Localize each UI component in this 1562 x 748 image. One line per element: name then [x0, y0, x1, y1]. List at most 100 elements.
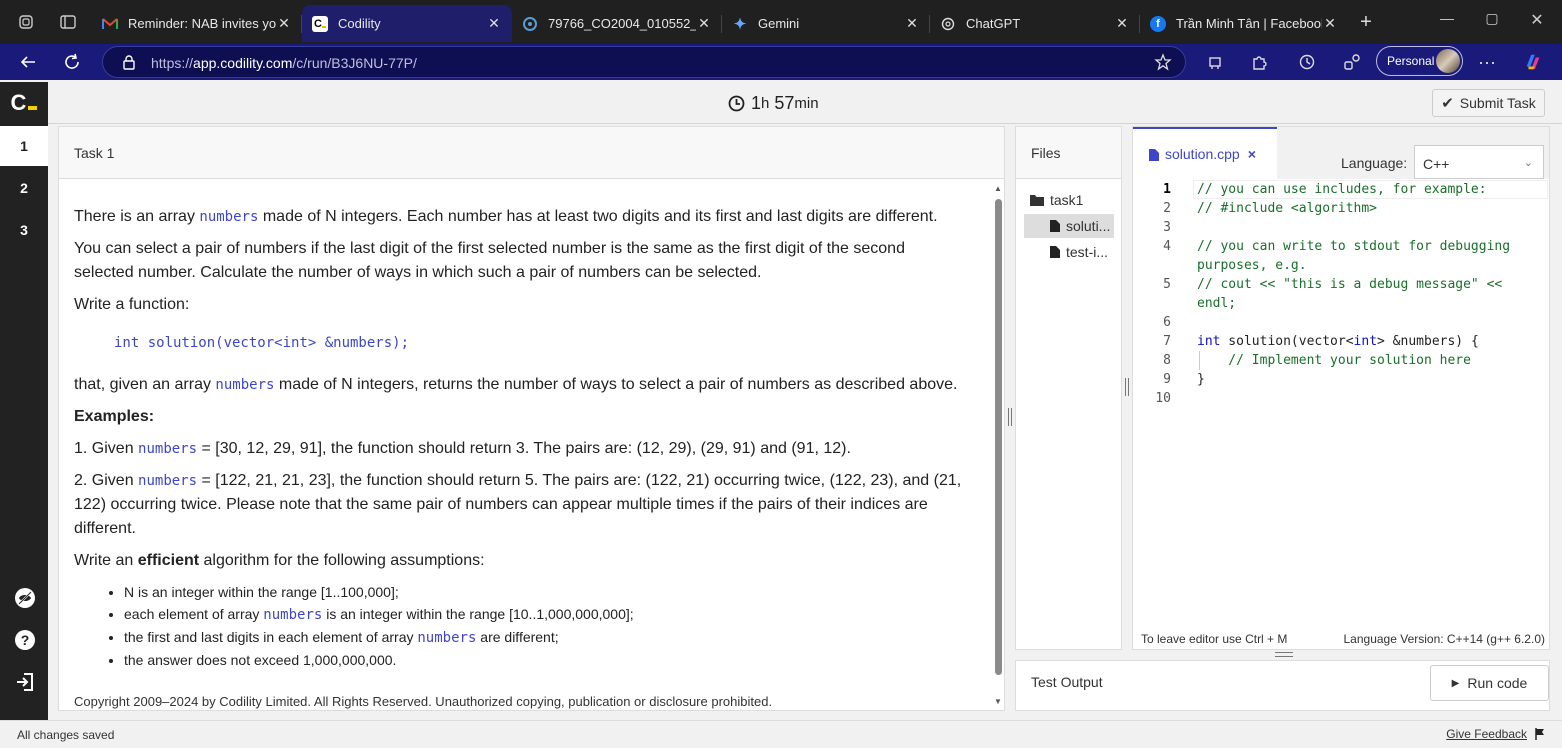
history-icon[interactable] — [1297, 52, 1317, 72]
paragraph: There is an array numbers made of N inte… — [74, 208, 938, 225]
list-item: each element of array numbers is an inte… — [124, 603, 964, 626]
back-icon[interactable] — [18, 52, 38, 72]
close-tab-icon[interactable]: ✕ — [276, 15, 292, 32]
paragraph: Write a function: — [74, 296, 190, 313]
save-status: All changes saved — [17, 728, 115, 742]
close-tab-icon[interactable]: ✕ — [1114, 15, 1130, 32]
browser-tab-gmail[interactable]: Reminder: NAB invites you t ✕ — [92, 5, 302, 42]
browser-tab-codility[interactable]: C Codility ✕ — [302, 5, 512, 42]
profile-button[interactable]: Personal — [1376, 46, 1463, 76]
editor-file-tab[interactable]: solution.cpp × — [1133, 127, 1277, 179]
chevron-down-icon: ⌄ — [1523, 157, 1533, 169]
scrollbar-thumb[interactable] — [995, 199, 1002, 675]
moodle-icon — [522, 16, 538, 32]
clock-icon — [728, 95, 745, 112]
close-window-icon[interactable]: ✕ — [1522, 10, 1552, 32]
code-area[interactable]: 1// you can use includes, for example: 2… — [1133, 180, 1549, 620]
task-nav-3[interactable]: 3 — [0, 210, 48, 250]
task-title: Task 1 — [74, 145, 115, 161]
close-tab-icon[interactable]: ✕ — [904, 15, 920, 32]
submit-label: Submit Task — [1459, 95, 1536, 111]
favorite-star-icon[interactable] — [1153, 52, 1173, 72]
task-description-panel: Task 1 There is an array numbers made of… — [58, 126, 1005, 711]
file-test-input[interactable]: test-i... — [1050, 240, 1108, 264]
help-icon[interactable]: ? — [14, 629, 36, 651]
language-value: C++ — [1423, 156, 1450, 172]
output-resize-handle[interactable] — [1275, 652, 1293, 657]
exit-icon[interactable] — [14, 671, 36, 693]
file-icon — [1149, 149, 1159, 161]
example-1: 1. Given numbers = [30, 12, 29, 91], the… — [74, 440, 851, 457]
panel-resize-handle[interactable] — [1008, 408, 1012, 426]
paragraph: You can select a pair of numbers if the … — [74, 240, 905, 281]
extensions-puzzle-icon[interactable] — [1249, 52, 1269, 72]
task-header: Task 1 — [59, 127, 1004, 179]
submit-task-button[interactable]: ✔ Submit Task — [1432, 89, 1545, 117]
countdown-timer: 1h 57 min — [728, 93, 819, 114]
tab-title: Codility — [338, 16, 381, 31]
browser-toolbar: https://app.codility.com/c/run/B3J6NU-77… — [0, 44, 1562, 80]
list-item: N is an integer within the range [1..100… — [124, 581, 964, 603]
close-tab-icon[interactable]: ✕ — [486, 15, 502, 32]
close-tab-icon[interactable]: ✕ — [696, 15, 712, 32]
task-body: There is an array numbers made of N inte… — [74, 205, 964, 671]
svg-text:?: ? — [21, 632, 30, 648]
run-code-label: Run code — [1467, 675, 1528, 691]
tab-title: 79766_CO2004_010552_DT: — [548, 16, 696, 31]
files-panel: Files task1 soluti... test-i... — [1015, 126, 1122, 650]
timer-hours: 1 — [751, 93, 762, 113]
folder-task1[interactable]: task1 — [1030, 188, 1083, 212]
paragraph: Write an efficient algorithm for the fol… — [74, 552, 485, 569]
profile-label: Personal — [1387, 54, 1435, 68]
browser-tab-gemini[interactable]: ✦ Gemini ✕ — [722, 5, 930, 42]
copilot-icon[interactable] — [1523, 52, 1543, 72]
files-header: Files — [1016, 127, 1121, 179]
collections-icon[interactable] — [1342, 52, 1362, 72]
task-nav-1[interactable]: 1 — [0, 126, 48, 166]
timer-minutes-unit: min — [794, 95, 819, 112]
editor-footer: To leave editor use Ctrl + M Language Ve… — [1133, 627, 1549, 649]
give-feedback-link[interactable]: Give Feedback — [1446, 727, 1545, 741]
run-code-button[interactable]: ▶ Run code — [1430, 665, 1549, 701]
lock-icon[interactable] — [119, 52, 139, 72]
new-tab-icon[interactable]: + — [1356, 11, 1376, 33]
editor-header: solution.cpp × Language: C++ ⌄ — [1133, 127, 1549, 179]
reload-icon[interactable] — [62, 52, 82, 72]
list-item: the answer does not exceed 1,000,000,000… — [124, 649, 964, 671]
url-text: https://app.codility.com/c/run/B3J6NU-77… — [151, 55, 417, 71]
code-editor-panel: solution.cpp × Language: C++ ⌄ 1// you c… — [1132, 126, 1550, 650]
extension-icon[interactable] — [1205, 52, 1225, 72]
browser-tab-course[interactable]: 79766_CO2004_010552_DT: ✕ — [512, 5, 722, 42]
close-file-icon[interactable]: × — [1248, 146, 1256, 162]
tab-actions-icon[interactable] — [58, 12, 78, 32]
workspaces-icon[interactable] — [16, 12, 36, 32]
task-navigation-rail: C 1 2 3 ? — [0, 82, 48, 720]
task-nav-2[interactable]: 2 — [0, 168, 48, 208]
more-menu-icon[interactable]: ··· — [1477, 52, 1497, 72]
file-solution[interactable]: soluti... — [1024, 214, 1114, 238]
timer-hours-unit: h — [761, 95, 770, 112]
hide-timer-icon[interactable] — [14, 587, 36, 609]
test-output-panel: Test Output ▶ Run code — [1015, 660, 1550, 711]
file-icon — [1050, 220, 1060, 232]
test-output-label: Test Output — [1031, 674, 1103, 690]
flag-icon — [1535, 728, 1544, 740]
examples-heading: Examples: — [74, 408, 155, 425]
language-select[interactable]: C++ ⌄ — [1414, 145, 1544, 179]
tab-title: Gemini — [758, 16, 800, 31]
folder-icon — [1030, 195, 1044, 206]
function-signature: int solution(vector<int> &numbers); — [114, 335, 410, 351]
browser-tab-facebook[interactable]: f Trần Minh Tân | Facebook ✕ — [1140, 5, 1348, 42]
copyright-notice: Copyright 2009–2024 by Codility Limited.… — [74, 694, 773, 709]
check-icon: ✔ — [1441, 95, 1454, 112]
close-tab-icon[interactable]: ✕ — [1322, 15, 1338, 32]
maximize-icon[interactable]: ▢ — [1477, 10, 1507, 32]
minimize-icon[interactable]: — — [1432, 10, 1462, 32]
task-scrollbar[interactable]: ▲ ▼ — [994, 184, 1002, 707]
facebook-icon: f — [1150, 15, 1166, 32]
address-bar[interactable]: https://app.codility.com/c/run/B3J6NU-77… — [102, 46, 1186, 78]
timer-minutes: 57 — [774, 93, 795, 113]
browser-tab-chatgpt[interactable]: ChatGPT ✕ — [930, 5, 1140, 42]
panel-resize-handle[interactable] — [1125, 378, 1129, 396]
paragraph: that, given an array numbers made of N i… — [74, 376, 958, 393]
